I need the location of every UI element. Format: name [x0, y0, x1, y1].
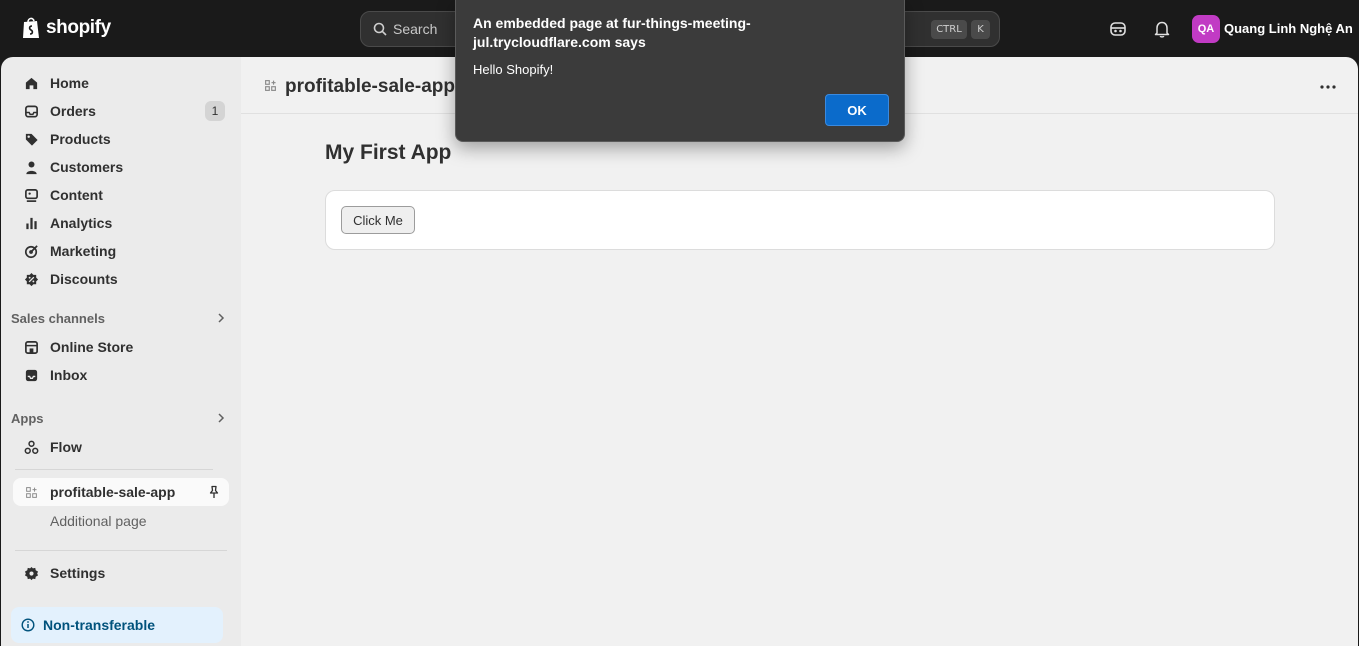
chevron-right-icon: [218, 413, 225, 423]
avatar[interactable]: QA: [1192, 15, 1220, 43]
sidebar-item-label: Online Store: [50, 339, 134, 355]
chevron-right-icon: [218, 313, 225, 323]
user-name[interactable]: Quang Linh Nghệ An: [1224, 21, 1353, 36]
sidebar-item-label: Inbox: [50, 367, 88, 383]
flow-icon: [23, 439, 39, 455]
shopify-logo[interactable]: shopify: [20, 16, 111, 40]
target-icon: [23, 243, 39, 259]
dialog-title: An embedded page at fur-things-meeting-j…: [473, 15, 751, 50]
shortcut-k-key: K: [971, 20, 990, 39]
non-transferable-banner[interactable]: Non-transferable: [11, 607, 223, 643]
bar-chart-icon: [23, 215, 39, 231]
sidebar-item-label: Flow: [50, 439, 82, 455]
divider: [15, 550, 227, 551]
more-actions-button[interactable]: [1318, 77, 1338, 97]
search-icon: [373, 22, 387, 36]
storefront-icon: [23, 339, 39, 355]
sidebar-item-home[interactable]: Home: [13, 69, 229, 97]
app-grid-icon: [23, 484, 39, 500]
sidebar-item-label: Products: [50, 131, 111, 147]
sidebar-item-label: Discounts: [50, 271, 118, 287]
shortcut-ctrl-key: CTRL: [931, 20, 967, 39]
sidebar-item-label: Analytics: [50, 215, 113, 231]
sales-channels-header[interactable]: Sales channels: [11, 308, 231, 328]
sidebar-item-orders[interactable]: Orders 1: [13, 97, 229, 125]
sidebar-item-label: Orders: [50, 103, 96, 119]
divider: [15, 469, 213, 470]
discount-badge-icon: [23, 271, 39, 287]
sidebar-item-products[interactable]: Products: [13, 125, 229, 153]
sidebar-item-flow[interactable]: Flow: [13, 433, 229, 461]
sidebar-item-marketing[interactable]: Marketing: [13, 237, 229, 265]
app-title: profitable-sale-app: [285, 76, 455, 97]
brand-name: shopify: [46, 17, 111, 38]
click-me-button[interactable]: Click Me: [341, 206, 415, 234]
shopify-bag-icon: [23, 17, 39, 38]
bell-icon[interactable]: [1152, 19, 1172, 39]
sidekick-icon[interactable]: [1108, 19, 1128, 39]
main-content: profitable-sale-app My First App Click M…: [241, 57, 1358, 646]
person-icon: [23, 159, 39, 175]
sidebar-item-settings[interactable]: Settings: [13, 559, 229, 587]
alert-dialog: An embedded page at fur-things-meeting-j…: [455, 0, 905, 142]
sidebar-item-label: Home: [50, 75, 89, 91]
content-card: Click Me: [325, 190, 1275, 250]
sidebar-item-label: Settings: [50, 565, 106, 581]
section-label: Apps: [11, 410, 44, 426]
tag-icon: [23, 131, 39, 147]
inbox-icon: [23, 367, 39, 383]
info-icon: [21, 618, 35, 632]
image-text-icon: [23, 187, 39, 203]
ok-button[interactable]: OK: [825, 94, 889, 126]
apps-header[interactable]: Apps: [11, 408, 231, 428]
sidebar-item-label: Marketing: [50, 243, 117, 259]
sidebar-item-analytics[interactable]: Analytics: [13, 209, 229, 237]
sidebar-item-inbox[interactable]: Inbox: [13, 361, 229, 389]
dialog-message: Hello Shopify!: [473, 62, 554, 77]
page-title: My First App: [325, 141, 452, 164]
gear-icon: [23, 565, 39, 581]
orders-count-badge: 1: [205, 101, 225, 121]
section-label: Sales channels: [11, 310, 105, 326]
sidebar-item-label: Content: [50, 187, 103, 203]
sidebar-item-customers[interactable]: Customers: [13, 153, 229, 181]
sidebar-item-content[interactable]: Content: [13, 181, 229, 209]
non-transferable-label: Non-transferable: [43, 617, 156, 633]
app-grid-icon: [265, 80, 276, 91]
ellipsis-icon: [1320, 85, 1336, 89]
sidebar: Home Orders 1 Products Customers Content…: [1, 57, 241, 646]
inbox-tray-icon: [23, 103, 39, 119]
sidebar-item-online-store[interactable]: Online Store: [13, 333, 229, 361]
sidebar-item-label: profitable-sale-app: [50, 484, 176, 500]
sidebar-item-profitable-sale-app[interactable]: profitable-sale-app: [13, 478, 229, 506]
pin-icon[interactable]: [207, 485, 221, 499]
sidebar-subitem-additional-page[interactable]: Additional page: [50, 513, 147, 529]
sidebar-item-discounts[interactable]: Discounts: [13, 265, 229, 293]
sidebar-item-label: Customers: [50, 159, 124, 175]
home-icon: [23, 75, 39, 91]
